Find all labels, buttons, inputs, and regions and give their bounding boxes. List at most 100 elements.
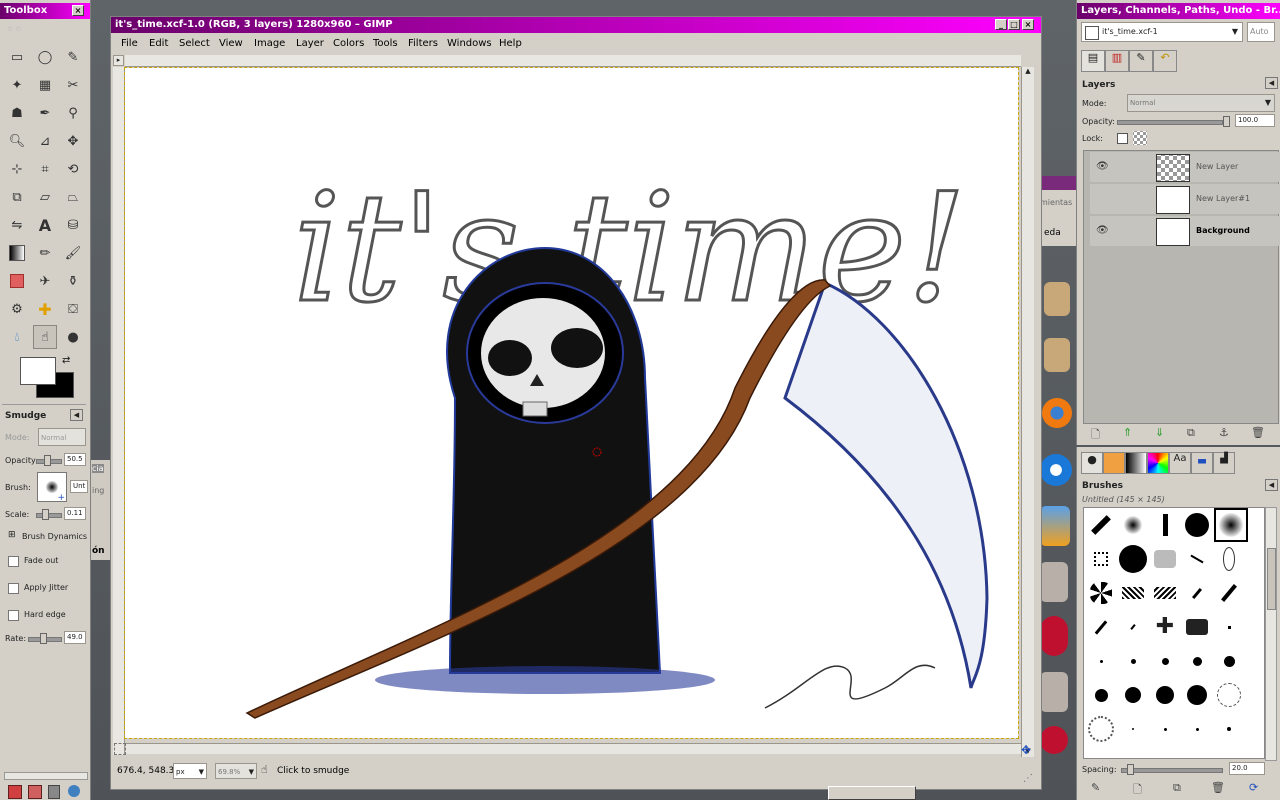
- paths-tool-icon[interactable]: ✒: [33, 101, 57, 125]
- menu-windows[interactable]: Windows: [447, 38, 492, 49]
- measure-tool-icon[interactable]: ⊿: [33, 129, 57, 153]
- scissors-tool-icon[interactable]: ✂: [61, 73, 85, 97]
- layer-name[interactable]: New Layer: [1196, 162, 1238, 171]
- brush-item[interactable]: [1118, 680, 1148, 710]
- brush-item[interactable]: [1118, 578, 1148, 608]
- panel-menu-icon[interactable]: ◀: [1265, 77, 1278, 89]
- perspective-tool-icon[interactable]: ⏢: [61, 185, 85, 209]
- minimize-button[interactable]: _: [995, 19, 1007, 30]
- eye-icon[interactable]: 👁︎: [1096, 161, 1109, 172]
- brush-item[interactable]: [1086, 714, 1116, 744]
- brush-item[interactable]: [1214, 646, 1244, 676]
- brush-item[interactable]: [1214, 714, 1244, 744]
- select-by-color-tool-icon[interactable]: ▦: [33, 73, 57, 97]
- resize-grip-icon[interactable]: ⋰: [1023, 773, 1033, 784]
- folder-desktop-icon[interactable]: [1044, 282, 1070, 316]
- folder-desktop-icon[interactable]: [1044, 338, 1070, 372]
- maximize-button[interactable]: □: [1008, 19, 1020, 30]
- brush-item[interactable]: [1182, 578, 1212, 608]
- brush-item[interactable]: [1118, 544, 1148, 574]
- layer-row[interactable]: New Layer#1: [1090, 184, 1280, 214]
- layer-opacity-slider[interactable]: [1117, 120, 1223, 125]
- layer-name[interactable]: Background: [1196, 226, 1250, 235]
- free-select-tool-icon[interactable]: ✎: [61, 45, 85, 69]
- menu-tools[interactable]: Tools: [373, 38, 398, 49]
- edit-brush-icon[interactable]: ✎: [1091, 781, 1100, 794]
- mode-select[interactable]: Normal: [38, 428, 86, 446]
- lock-pixels-checkbox[interactable]: [1117, 133, 1128, 144]
- shear-tool-icon[interactable]: ▱: [33, 185, 57, 209]
- rotate-tool-icon[interactable]: ⟲: [61, 157, 85, 181]
- image-window-titlebar[interactable]: it's_time.xcf-1.0 (RGB, 3 layers) 1280x9…: [111, 17, 1041, 33]
- lock-alpha-checkbox-icon[interactable]: [1133, 131, 1147, 145]
- gradients-tab-icon[interactable]: [1125, 452, 1147, 474]
- application-desktop-icon[interactable]: [1040, 672, 1068, 712]
- menu-layer[interactable]: Layer: [296, 38, 324, 49]
- brush-item-selected[interactable]: [1214, 508, 1248, 542]
- taskbar-button[interactable]: [828, 786, 916, 800]
- tool-options-menu-icon[interactable]: ◀: [70, 409, 83, 421]
- restore-options-icon[interactable]: [28, 785, 42, 799]
- eye-icon[interactable]: 👁︎: [1096, 225, 1109, 236]
- rect-select-tool-icon[interactable]: ▭: [5, 45, 29, 69]
- menu-view[interactable]: View: [219, 38, 243, 49]
- brush-item[interactable]: [1118, 510, 1148, 540]
- scale-field[interactable]: 0.11: [64, 507, 86, 520]
- fade-out-checkbox[interactable]: [8, 556, 19, 567]
- brush-item[interactable]: [1182, 510, 1212, 540]
- color-picker-tool-icon[interactable]: ⚲: [61, 101, 85, 125]
- duplicate-brush-icon[interactable]: ⧉: [1173, 781, 1181, 795]
- internet-explorer-desktop-icon[interactable]: [1040, 454, 1072, 486]
- brushes-tab-icon[interactable]: ●: [1081, 452, 1103, 474]
- pencil-tool-icon[interactable]: ✏: [33, 241, 57, 265]
- blend-tool-icon[interactable]: [5, 241, 29, 265]
- brush-item[interactable]: [1214, 612, 1244, 642]
- brush-item[interactable]: [1150, 544, 1180, 574]
- histogram-tab-icon[interactable]: ▃: [1191, 452, 1213, 474]
- paintbrush-tool-icon[interactable]: 🖌︎: [61, 241, 85, 265]
- duplicate-layer-icon[interactable]: ⧉: [1187, 426, 1195, 440]
- scale-slider-handle[interactable]: [42, 509, 49, 520]
- brush-item[interactable]: [1118, 646, 1148, 676]
- brush-item[interactable]: [1086, 612, 1116, 642]
- navigate-icon[interactable]: ✥: [1021, 743, 1031, 757]
- brush-item[interactable]: [1086, 510, 1116, 540]
- brush-item[interactable]: [1150, 578, 1180, 608]
- brush-item[interactable]: [1086, 578, 1116, 608]
- brush-grid-scrollbar[interactable]: [1265, 507, 1277, 761]
- text-tool-icon[interactable]: A: [33, 213, 57, 237]
- foreground-color-swatch[interactable]: [20, 357, 56, 385]
- brush-item[interactable]: [1150, 714, 1180, 744]
- smudge-tool-icon[interactable]: ☝: [33, 325, 57, 349]
- brush-dynamics-label[interactable]: Brush Dynamics: [22, 532, 87, 541]
- lower-layer-icon[interactable]: ⇓: [1155, 426, 1164, 439]
- brush-item[interactable]: [1150, 646, 1180, 676]
- brush-name-field[interactable]: Unt: [70, 480, 88, 493]
- delete-layer-icon[interactable]: 🗑︎: [1251, 426, 1265, 439]
- brush-preview-button[interactable]: +: [37, 472, 67, 503]
- menu-help[interactable]: Help: [499, 38, 522, 49]
- close-button[interactable]: ×: [72, 5, 84, 16]
- unit-select[interactable]: px ▼: [173, 763, 207, 779]
- horizontal-ruler[interactable]: [125, 55, 1021, 67]
- layers-dock-titlebar[interactable]: Layers, Channels, Paths, Undo - Br...: [1077, 3, 1280, 19]
- hard-edge-checkbox[interactable]: [8, 610, 19, 621]
- close-button[interactable]: ×: [1022, 19, 1034, 30]
- toolbox-scrollbar[interactable]: [4, 772, 88, 780]
- new-brush-icon[interactable]: 🗋︎: [1133, 781, 1142, 800]
- scale-slider[interactable]: [36, 513, 62, 518]
- brush-item[interactable]: [1214, 544, 1244, 574]
- image-canvas[interactable]: it's time!: [124, 67, 1019, 739]
- channels-tab-icon[interactable]: ▥: [1105, 50, 1129, 72]
- vertical-ruler[interactable]: [113, 67, 125, 755]
- ellipse-select-tool-icon[interactable]: ◯: [33, 45, 57, 69]
- brushes-panel-menu-icon[interactable]: ◀: [1265, 479, 1278, 491]
- brush-item[interactable]: [1086, 680, 1116, 710]
- brush-item[interactable]: [1182, 544, 1212, 574]
- dock-menu-icon[interactable]: ▟: [1213, 452, 1235, 474]
- heal-tool-icon[interactable]: ✚: [33, 297, 57, 321]
- brush-item[interactable]: [1214, 578, 1244, 608]
- brush-item[interactable]: [1118, 612, 1148, 642]
- brush-item[interactable]: [1182, 646, 1212, 676]
- fonts-tab-icon[interactable]: Aa: [1169, 452, 1191, 474]
